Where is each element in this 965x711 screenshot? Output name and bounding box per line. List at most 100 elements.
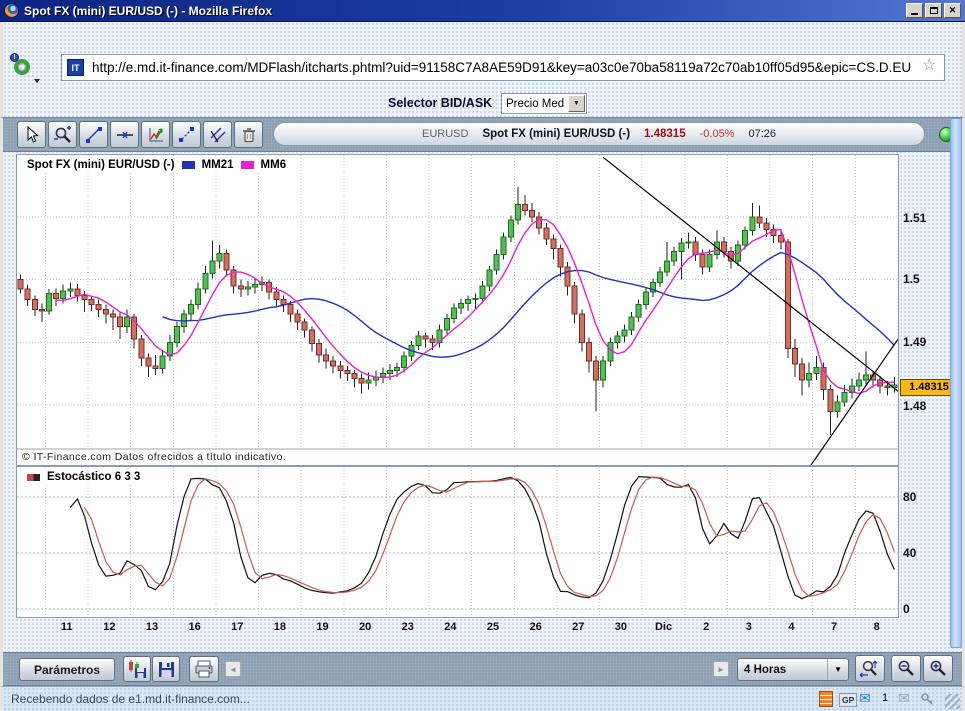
pager-right-button[interactable]: ► <box>713 661 729 677</box>
segment-tool-button[interactable] <box>172 121 201 148</box>
stochastic-svg[interactable] <box>17 467 898 617</box>
mm6-label: MM6 <box>261 159 287 171</box>
stochastic-legend-label: Estocástico 6 3 3 <box>47 471 140 483</box>
stoch-axis-label: 80 <box>903 490 916 504</box>
window-title: Spot FX (mini) EUR/USD (-) - Mozilla Fir… <box>24 4 906 18</box>
x-axis-label: 13 <box>137 621 167 633</box>
x-axis-label: 23 <box>393 621 423 633</box>
quote-bar: EURUSD Spot FX (mini) EUR/USD (-) 1.4831… <box>273 122 925 146</box>
price-axis-label: 1.49 <box>903 335 926 349</box>
firefox-icon <box>4 3 19 18</box>
delete-tool-button[interactable] <box>234 121 263 148</box>
stochastic-legend: Estocástico 6 3 3 <box>24 470 143 484</box>
quote-price: 1.48315 <box>644 128 686 140</box>
minimize-icon <box>911 13 918 15</box>
horizontal-line-tool-button[interactable] <box>110 121 139 148</box>
tools-toolbar: EURUSD Spot FX (mini) EUR/USD (-) 1.4831… <box>3 118 962 152</box>
x-axis-label: 11 <box>52 621 82 633</box>
alert-badge-icon: ! <box>10 53 19 62</box>
save-button[interactable] <box>152 656 180 682</box>
trendline-tool-button[interactable] <box>79 121 108 148</box>
price-axis-label: 1.51 <box>903 211 926 225</box>
x-axis-row: 1112131617181920232425262730Dic23478 <box>17 621 898 637</box>
quote-symbol: EURUSD <box>422 128 468 140</box>
price-axis-label: 1.5 <box>903 272 920 286</box>
x-axis-label: 20 <box>350 621 380 633</box>
x-axis-label: 24 <box>435 621 465 633</box>
zoom-fit-button[interactable] <box>855 655 885 682</box>
chart-legend-title: Spot FX (mini) EUR/USD (-) <box>27 159 175 171</box>
browser-chrome: ! IT ☆ <box>0 22 965 90</box>
chevron-down-icon: ▼ <box>568 95 585 112</box>
price-chart-svg[interactable] <box>17 155 898 465</box>
diskette-icon <box>158 661 175 678</box>
x-axis-label: 16 <box>180 621 210 633</box>
pointer-tool-button[interactable] <box>17 121 46 148</box>
reload-icon[interactable]: ! <box>11 55 39 83</box>
zoom-tool-button[interactable] <box>48 121 77 148</box>
chart-legend: Spot FX (mini) EUR/USD (-) MM21 MM6 <box>24 158 289 172</box>
close-button[interactable]: ✕ <box>944 3 961 18</box>
x-axis-label: 8 <box>862 621 892 633</box>
mail-disabled-icon: ✉ <box>898 690 910 707</box>
quote-change: -0.05% <box>700 128 735 140</box>
indicator-tool-button[interactable] <box>141 121 170 148</box>
mail-count: 1 <box>882 692 888 704</box>
status-text: Recebendo dados de e1.md.it-finance.com.… <box>11 692 250 706</box>
mail-icon[interactable]: ✉ <box>859 690 871 707</box>
stoch-axis-label: 0 <box>903 602 910 616</box>
x-axis-label: 18 <box>265 621 295 633</box>
gp-badge[interactable]: GP <box>839 693 857 707</box>
quote-name: Spot FX (mini) EUR/USD (-) <box>482 128 630 140</box>
maximize-icon <box>930 7 938 14</box>
status-bar: Recebendo dados de e1.md.it-finance.com.… <box>0 686 965 711</box>
site-favicon: IT <box>67 59 84 76</box>
channel-tool-button[interactable] <box>203 121 232 148</box>
maximize-button[interactable] <box>925 3 942 18</box>
stoch-axis-label: 40 <box>903 546 916 560</box>
browser-window: Spot FX (mini) EUR/USD (-) - Mozilla Fir… <box>0 0 965 711</box>
zoom-in-button[interactable] <box>923 655 953 682</box>
printer-icon <box>194 660 214 678</box>
resize-grip[interactable] <box>945 694 960 709</box>
parallel-lines-icon <box>208 125 228 145</box>
x-axis-label: Dic <box>649 621 679 633</box>
pager-left-button[interactable]: ◄ <box>225 661 241 677</box>
x-axis-label: 12 <box>94 621 124 633</box>
timeframe-value: 4 Horas <box>744 664 786 676</box>
notes-icon[interactable] <box>819 691 833 707</box>
trash-icon <box>239 125 259 145</box>
window-titlebar: Spot FX (mini) EUR/USD (-) - Mozilla Fir… <box>0 0 965 22</box>
selector-label: Selector BID/ASK <box>388 96 492 110</box>
timeframe-select[interactable]: 4 Horas ▼ <box>737 658 849 681</box>
price-axis-label: 1.48 <box>903 399 926 413</box>
stochastic-panel: Estocástico 6 3 3 <box>16 466 899 618</box>
save-image-button[interactable] <box>123 656 151 682</box>
x-axis-label: 2 <box>691 621 721 633</box>
price-chart-panel: Spot FX (mini) EUR/USD (-) MM21 MM6 © IT… <box>16 154 899 466</box>
magnifier-plus-icon <box>53 125 73 145</box>
horizontal-line-icon <box>115 125 135 145</box>
mm21-swatch <box>182 161 195 169</box>
minimize-button[interactable] <box>906 3 923 18</box>
bidask-select[interactable]: Precio Med ▼ <box>501 93 587 114</box>
x-axis-label: 25 <box>478 621 508 633</box>
chart-scrollbar[interactable] <box>950 118 962 648</box>
url-input[interactable] <box>61 54 945 81</box>
mm21-label: MM21 <box>202 159 234 171</box>
save-chart-icon <box>128 660 146 678</box>
x-axis-label: 27 <box>563 621 593 633</box>
chevron-down-icon: ▼ <box>827 659 842 680</box>
bidask-select-value: Precio Med <box>502 98 568 110</box>
bookmark-star-icon[interactable]: ☆ <box>922 55 936 75</box>
chart-copyright: © IT-Finance.com Datos ofrecidos a títul… <box>22 451 286 463</box>
segment-icon <box>177 125 197 145</box>
x-axis-label: 26 <box>521 621 551 633</box>
stochastic-swatch <box>27 474 40 481</box>
zoom-out-button[interactable] <box>891 655 921 682</box>
params-button[interactable]: Parámetros <box>19 658 115 681</box>
print-button[interactable] <box>189 656 219 682</box>
magnifier-minus-icon <box>896 659 916 679</box>
x-axis-label: 4 <box>776 621 806 633</box>
dropdown-caret-icon <box>34 79 40 83</box>
